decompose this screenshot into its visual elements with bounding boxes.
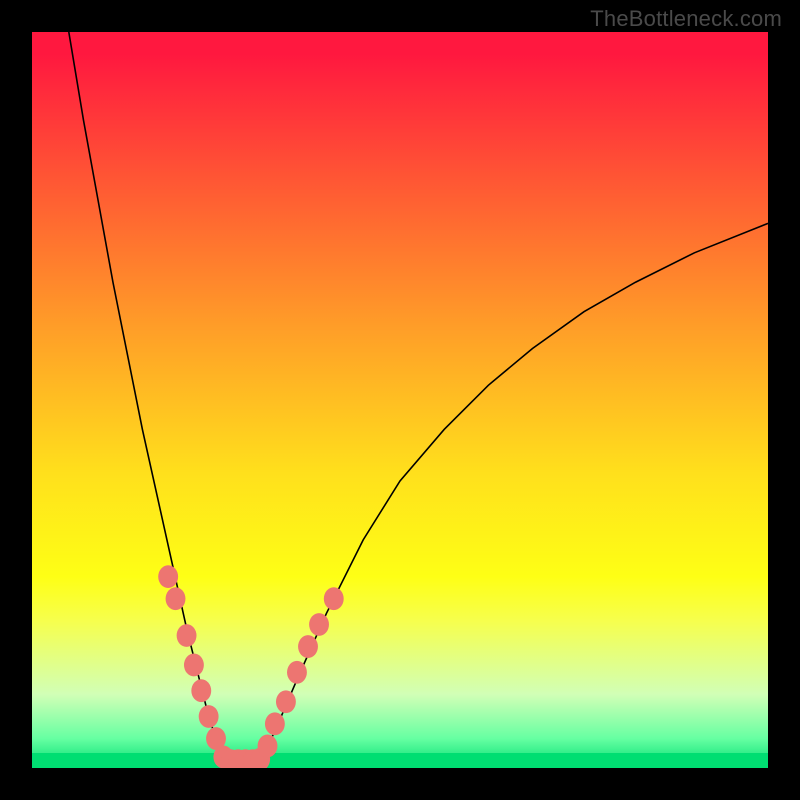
curve-marker [258, 735, 278, 758]
curve-marker [177, 624, 197, 647]
watermark-text: TheBottleneck.com [590, 6, 782, 32]
chart-frame: TheBottleneck.com [0, 0, 800, 800]
curve-svg [32, 32, 768, 768]
curve-marker [166, 587, 186, 610]
curve-marker [324, 587, 344, 610]
curve-marker [191, 679, 211, 702]
curve-marker [309, 613, 329, 636]
curve-marker [265, 712, 285, 735]
plot-area [32, 32, 768, 768]
curve-marker [199, 705, 219, 728]
curve-marker [184, 654, 204, 677]
bottleneck-curve [69, 32, 768, 768]
curve-marker [276, 690, 296, 713]
marker-group [158, 565, 343, 768]
curve-marker [287, 661, 307, 684]
curve-marker [298, 635, 318, 658]
curve-marker [158, 565, 178, 588]
